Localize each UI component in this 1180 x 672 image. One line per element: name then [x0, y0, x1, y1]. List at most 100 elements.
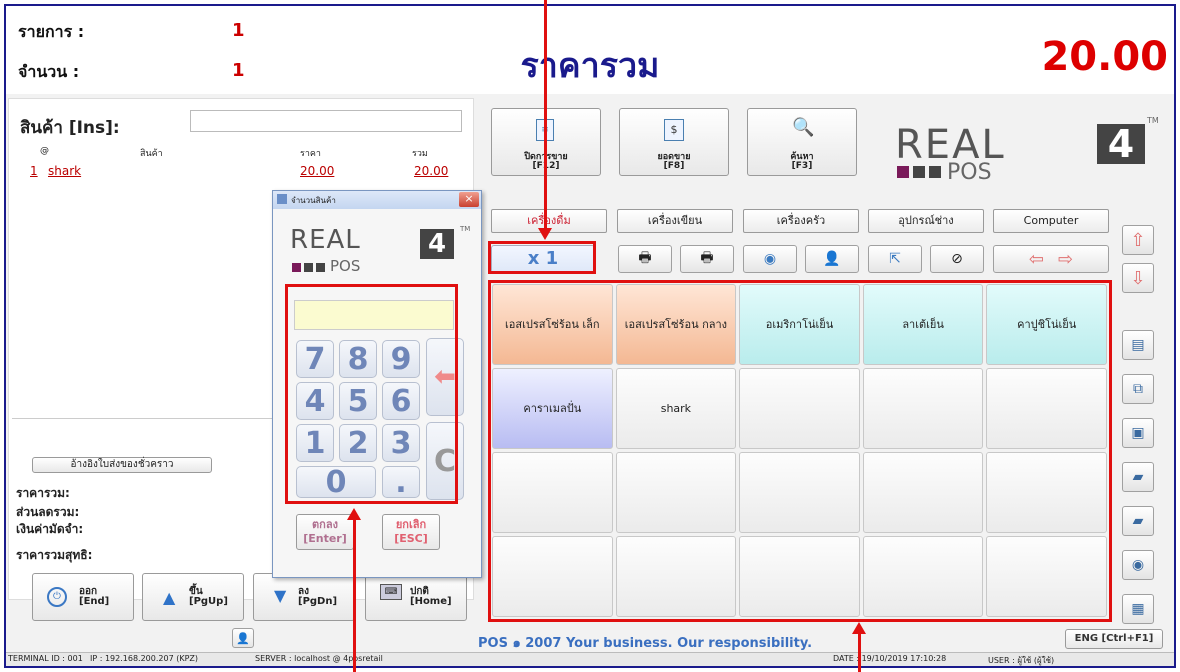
- search-button[interactable]: 🔍 ค้นหา [F3]: [747, 108, 857, 176]
- user-icon: 👤: [236, 631, 250, 645]
- logo-block: [316, 263, 325, 272]
- side-doc-button[interactable]: ▤: [1122, 330, 1154, 360]
- scroll-up-button[interactable]: ⇧: [1122, 225, 1154, 255]
- normal-mode-key: [Home]: [410, 596, 452, 607]
- row-no: 1: [30, 164, 38, 178]
- grand-total: 20.00: [1041, 34, 1168, 80]
- export-button[interactable]: ⇱: [868, 245, 922, 273]
- folder-save-icon: ▰: [1132, 513, 1144, 529]
- realpos-logo: REAL 4 TM POS: [895, 116, 1160, 185]
- keyboard-icon: ⌨: [380, 584, 402, 600]
- refresh-button[interactable]: ◉: [743, 245, 797, 273]
- logo-tm: TM: [1147, 116, 1159, 125]
- terminal-id: TERMINAL ID : 001: [8, 654, 83, 663]
- col-product: สินค้า: [140, 149, 163, 159]
- copyright-text: POS ๑ 2007 Your business. Our responsibi…: [478, 636, 813, 651]
- logo-text: REAL: [290, 225, 361, 255]
- row-total: 20.00: [414, 164, 449, 178]
- side-cd-button[interactable]: ◉: [1122, 550, 1154, 580]
- row-price: 20.00: [300, 164, 335, 178]
- table-row[interactable]: 1 shark 20.00 20.00: [18, 164, 470, 182]
- language-button[interactable]: ENG [Ctrl+F1]: [1065, 629, 1163, 649]
- dialog-logo: REAL 4 TM POS: [290, 225, 470, 277]
- side-page-button[interactable]: ▣: [1122, 418, 1154, 448]
- annotation-arrow: [858, 634, 861, 672]
- folder-icon: ▰: [1132, 469, 1144, 485]
- page-up-button[interactable]: ▲ ขึ้น [PgUp]: [142, 573, 244, 621]
- arrow-up-icon: ⇧: [1130, 229, 1146, 251]
- calculator-button[interactable]: ▦: [1122, 594, 1154, 624]
- dialog-title: จำนวนสินค้า: [291, 196, 336, 205]
- exit-button[interactable]: ⏻ ออก [End]: [32, 573, 134, 621]
- ip-address: IP : 192.168.200.207 (KPZ): [90, 654, 199, 663]
- calculator-icon: ▦: [1131, 601, 1145, 617]
- tab-tools[interactable]: อุปกรณ์ช่าง: [868, 209, 984, 233]
- logo-number: 4: [1097, 124, 1145, 164]
- file-export-icon: ⧉: [1133, 381, 1143, 397]
- arrow-left-icon[interactable]: ⇦: [1029, 249, 1044, 270]
- summary-total-label: ราคารวม:: [16, 486, 70, 500]
- page-title: ราคารวม: [520, 46, 660, 86]
- tab-stationery[interactable]: เครื่องเขียน: [617, 209, 733, 233]
- logo-block: [304, 263, 313, 272]
- cancel-button[interactable]: ยกเลิก [ESC]: [382, 514, 440, 550]
- printer-icon: 🖶: [638, 250, 652, 266]
- annotation-arrow: [544, 0, 547, 230]
- side-folder-button[interactable]: ▰: [1122, 462, 1154, 492]
- date-time: DATE : 19/10/2019 17:10:28: [833, 654, 947, 663]
- highlight-multiplier: [488, 241, 596, 274]
- logo-block: [929, 166, 941, 178]
- magnifier-icon: 🔍: [792, 117, 815, 138]
- col-total: รวม: [412, 149, 428, 159]
- cancel-key: [ESC]: [394, 532, 428, 545]
- logo-block: [292, 263, 301, 272]
- page-down-button[interactable]: ▼ ลง [PgDn]: [253, 573, 355, 621]
- product-search-input[interactable]: [190, 110, 462, 132]
- logo-block: [913, 166, 925, 178]
- logo-number: 4: [420, 229, 454, 259]
- close-icon[interactable]: ×: [459, 192, 479, 207]
- dollar-icon: $: [664, 119, 684, 141]
- scroll-down-button[interactable]: ⇩: [1122, 263, 1154, 293]
- print-button[interactable]: 🖶: [618, 245, 672, 273]
- user-info: USER : ผู้ใช้ (ผู้ใช้): [988, 656, 1055, 665]
- annotation-arrowhead: [852, 622, 866, 634]
- logo-tm: TM: [460, 225, 471, 233]
- printer-icon: 🖶: [700, 250, 714, 266]
- annotation-arrowhead: [347, 508, 361, 520]
- product-label: สินค้า [Ins]:: [20, 118, 120, 138]
- arrow-up-icon: ▲: [163, 588, 176, 607]
- col-no: @: [40, 146, 49, 156]
- user-icon: 👤: [823, 251, 841, 267]
- side-export-button[interactable]: ⧉: [1122, 374, 1154, 404]
- temp-delivery-ref-button[interactable]: อ้างอิงใบส่งของชั่วคราว: [32, 457, 212, 473]
- customer-button[interactable]: 👤: [805, 245, 859, 273]
- refresh-icon: ◉: [763, 251, 777, 267]
- tag-icon: ⊘: [951, 251, 963, 267]
- arrow-down-icon: ▼: [274, 586, 287, 605]
- nav-arrows: ⇦ ⇨: [993, 245, 1109, 273]
- dialog-titlebar: จำนวนสินค้า ×: [273, 191, 481, 209]
- normal-mode-button[interactable]: ⌨ ปกติ [Home]: [365, 573, 467, 621]
- arrow-down-icon: ⇩: [1130, 267, 1146, 289]
- coupon-button[interactable]: ⊘: [930, 245, 984, 273]
- page-icon: ▣: [1131, 425, 1145, 441]
- sales-total-button[interactable]: $ ยอดขาย [F8]: [619, 108, 729, 176]
- summary-net-label: ราคารวมสุทธิ:: [16, 548, 93, 562]
- arrow-right-icon[interactable]: ⇨: [1058, 249, 1073, 270]
- exit-key: [End]: [79, 596, 110, 607]
- annotation-arrowhead: [538, 228, 552, 240]
- ok-button[interactable]: ตกลง [Enter]: [296, 514, 354, 550]
- page-down-key: [PgDn]: [298, 596, 338, 607]
- tab-computer[interactable]: Computer: [993, 209, 1109, 233]
- power-icon: ⏻: [47, 587, 67, 607]
- annotation-arrow: [353, 520, 356, 672]
- document-icon: ▤: [1131, 337, 1145, 353]
- export-icon: ⇱: [889, 251, 901, 267]
- print-receipt-button[interactable]: 🖶: [680, 245, 734, 273]
- side-save-button[interactable]: ▰: [1122, 506, 1154, 536]
- staff-button[interactable]: 👤: [232, 628, 254, 648]
- tab-kitchenware[interactable]: เครื่องครัว: [743, 209, 859, 233]
- search-key: [F3]: [791, 161, 813, 171]
- logo-sub: POS: [330, 257, 361, 275]
